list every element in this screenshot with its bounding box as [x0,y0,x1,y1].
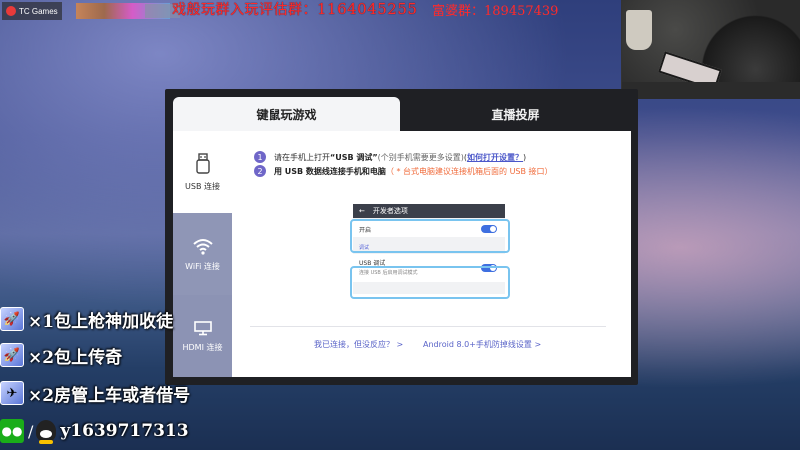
contact-id: y1639717313 [60,421,189,441]
tc-games-logo-icon [6,6,16,16]
sidebar-item-usb[interactable]: USB 连接 [173,131,232,213]
step-2: 2 用 USB 数据线连接手机和电脑 （ * 台式电脑建议连接机箱后面的 USB… [254,165,553,177]
overlay-contact: ●● / y1639717313 [0,418,189,444]
wifi-icon [192,238,213,255]
overlay-text: ×2包上传奇 [28,347,123,368]
step-number: 1 [254,151,266,163]
sidebar-item-hdmi[interactable]: HDMI 连接 [173,295,232,377]
step-1: 1 请在手机上打开 “USB 调试” (个别手机需要更多设置) ( 如何打开设置… [254,151,526,163]
overlay-line: 🚀 ×1包上枪神加收徒 [0,306,173,332]
qq-penguin-icon [36,420,57,444]
usb-instructions: 1 请在手机上打开 “USB 调试” (个别手机需要更多设置) ( 如何打开设置… [232,131,631,377]
overlay-line: ✈ ×2房管上车或者借号 [0,380,190,406]
divider [250,326,606,327]
overlay-text: ×2房管上车或者借号 [28,385,191,406]
webcam-feed [621,0,800,99]
highlight-frame [350,219,510,253]
wechat-icon: ●● [0,419,24,443]
no-response-link[interactable]: 我已连接，但没反应？ > [314,339,403,350]
android-anti-disconnect-link[interactable]: Android 8.0+手机防掉线设置 > [423,339,541,350]
app-tab[interactable]: TC Games [2,2,62,20]
usb-icon [195,152,210,174]
step-2-warning: （ * 台式电脑建议连接机箱后面的 USB 接口） [385,166,553,176]
how-to-enable-link[interactable]: 如何打开设置？ [467,152,523,163]
mock-header-title: 开发者选项 [372,207,408,215]
ticker-number: 1164045255 [317,0,418,18]
plane-icon: ✈ [0,381,24,405]
step-2-bold: 用 USB 数据线连接手机和电脑 [274,166,386,176]
back-arrow-icon: ← [359,207,365,215]
overlay-text: ×1包上枪神加收徒 [28,311,174,332]
step-1-bold: “USB 调试” [330,152,378,162]
highlight-frame [350,266,510,299]
app-tab-label: TC Games [19,6,58,16]
sidebar-item-label: HDMI 连接 [182,342,223,352]
rocket-icon: 🚀 [0,307,24,331]
ticker2-text: 富婆群：189457439 [432,4,559,19]
tab-live-cast[interactable]: 直播投屏 [400,97,631,131]
connection-dialog: 键鼠玩游戏 直播投屏 USB 连接 WiFi 连接 HDMI 连接 1 请在手机… [165,89,638,385]
step-1-note: (个别手机需要更多设置) [377,152,464,162]
connection-sidebar: USB 连接 WiFi 连接 HDMI 连接 [173,131,232,377]
paren-close: ) [523,152,527,162]
separator: / [28,421,34,441]
mock-header: ← 开发者选项 [353,204,505,218]
tab-keyboard-mouse[interactable]: 键鼠玩游戏 [173,97,400,131]
sidebar-item-wifi[interactable]: WiFi 连接 [173,213,232,295]
sidebar-item-label: WiFi 连接 [185,261,220,271]
step-1-text: 请在手机上打开 [274,152,330,162]
step-number: 2 [254,165,266,177]
ticker-label: 戏般玩群入玩评估群： [172,2,317,18]
sidebar-item-label: USB 连接 [185,181,220,191]
overlay-line: 🚀 ×2包上传奇 [0,342,122,368]
hdmi-icon [193,320,212,335]
rocket-icon: 🚀 [0,343,24,367]
mode-tabs: 键鼠玩游戏 直播投屏 [173,97,631,131]
ticker-text: 戏般玩群入玩评估群：1164045255 [172,0,417,19]
tab-panel: USB 连接 WiFi 连接 HDMI 连接 1 请在手机上打开 “USB 调试… [173,131,631,377]
webcam-lamp [626,10,652,50]
webcam-desk [622,82,800,99]
top-strip: TC Games 戏般玩群入玩评估群：1164045255 富婆群：189457… [0,0,625,22]
